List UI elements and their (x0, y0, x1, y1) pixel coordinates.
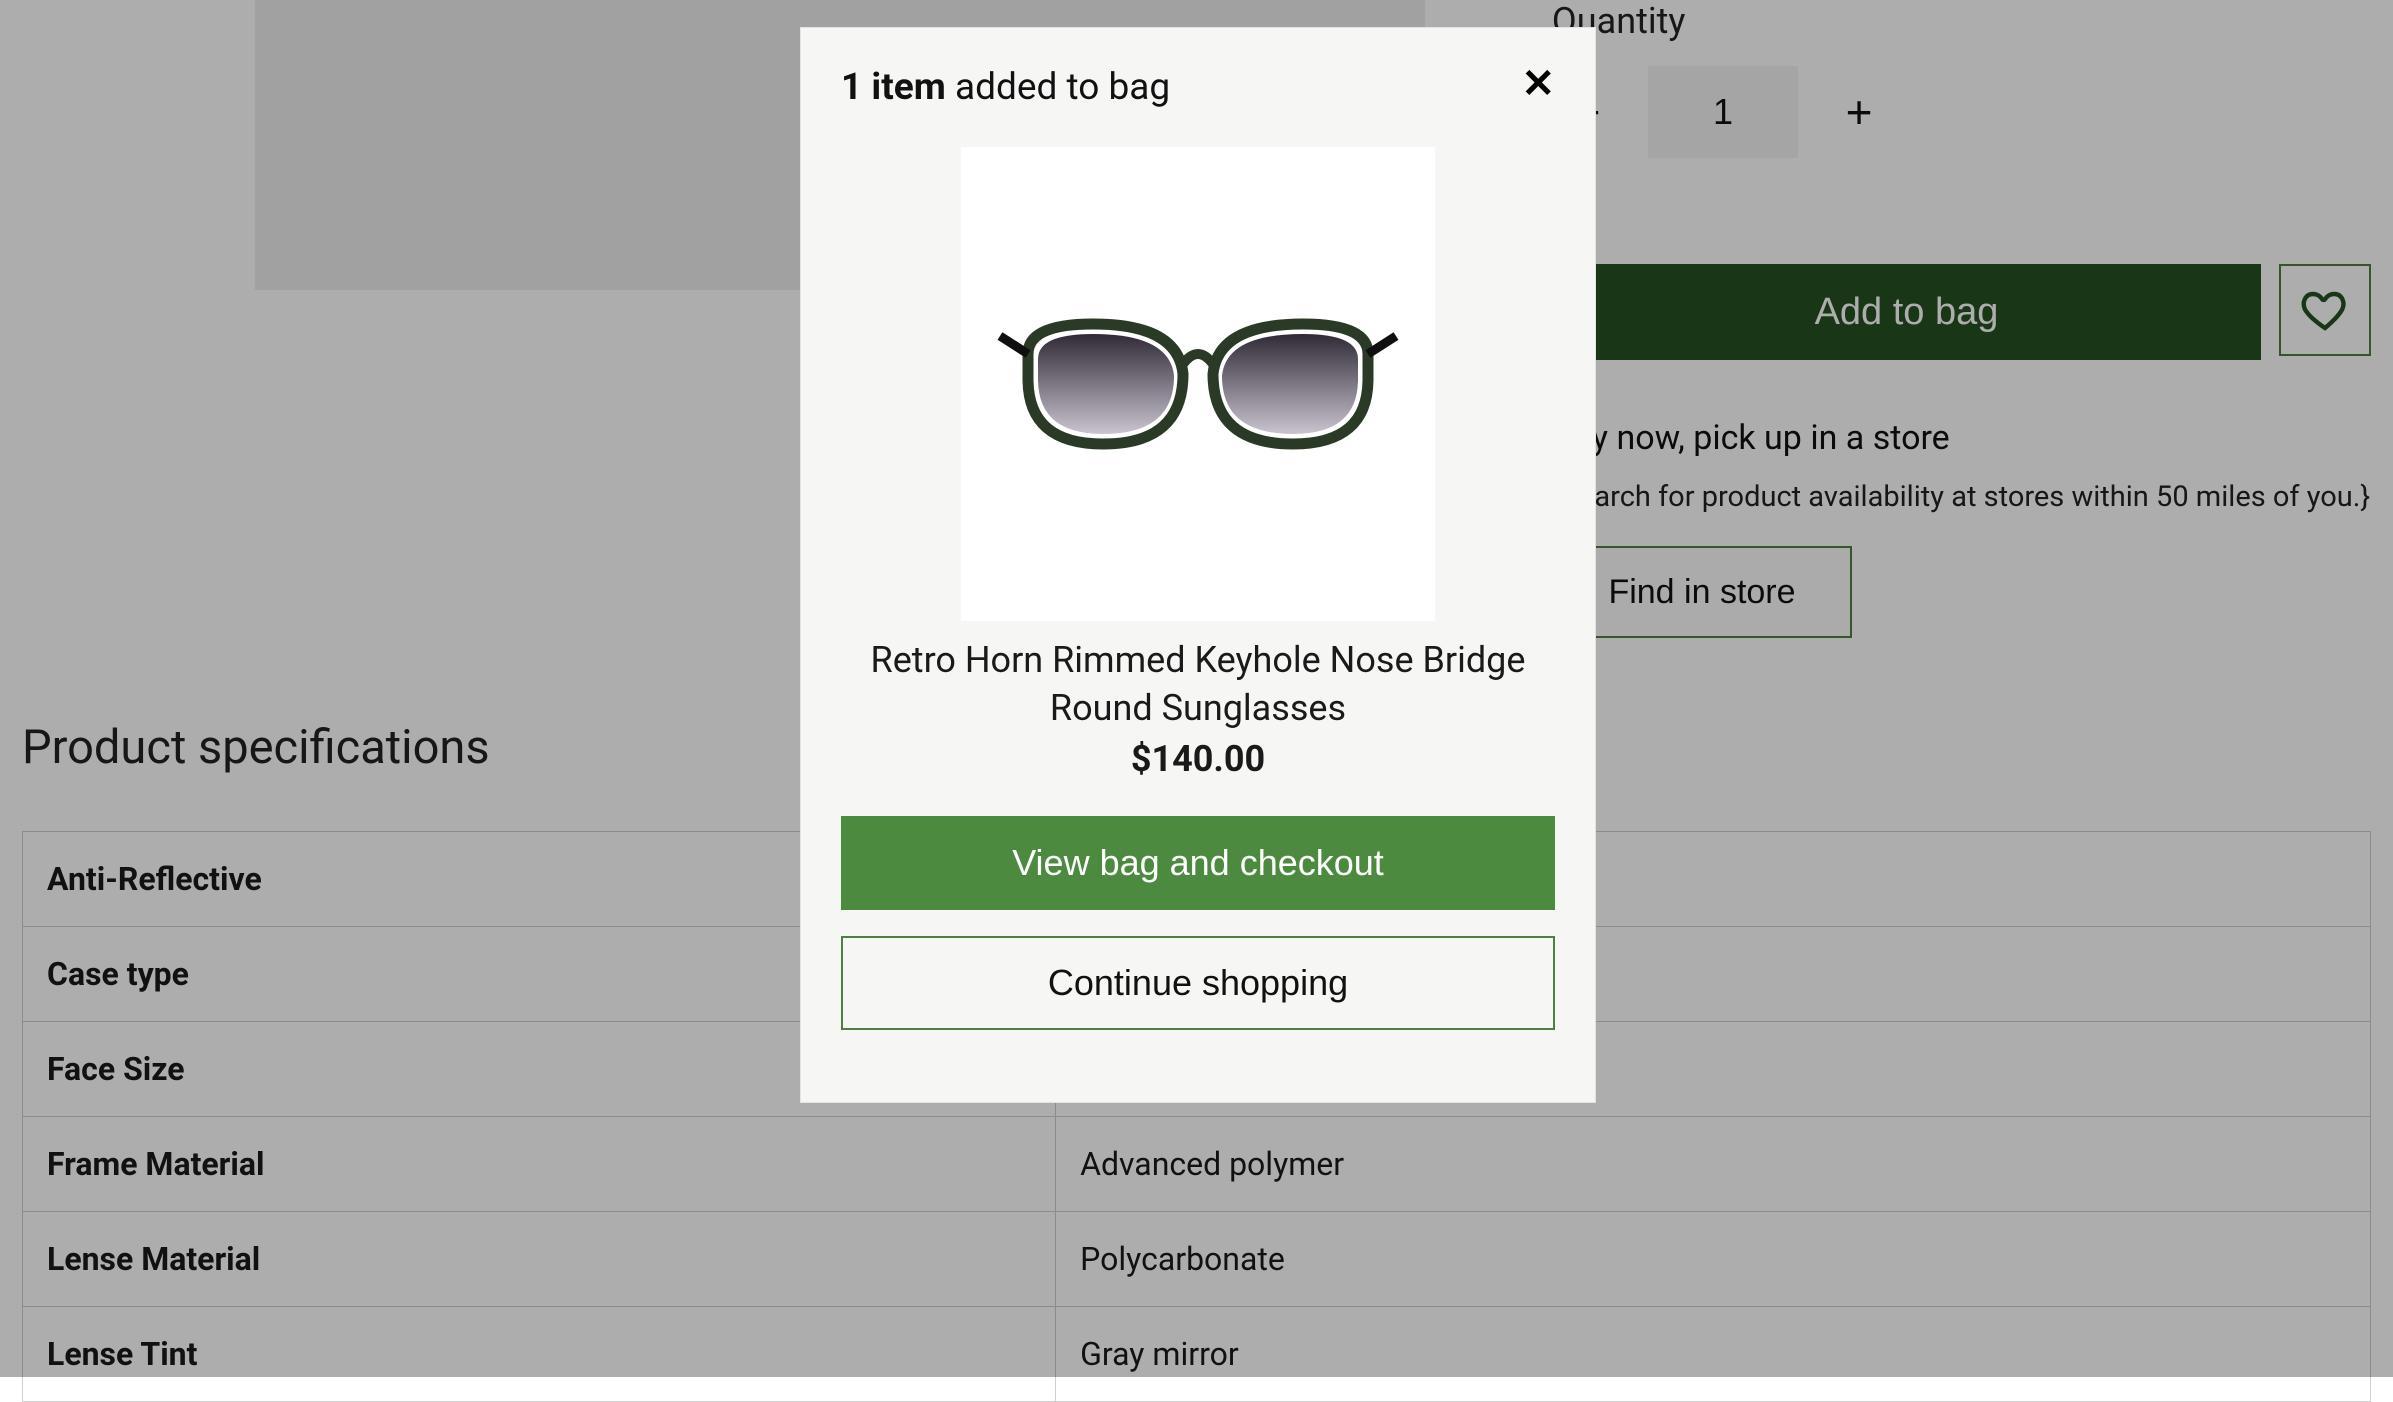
view-bag-checkout-button[interactable]: View bag and checkout (841, 816, 1555, 910)
sunglasses-icon (988, 284, 1408, 484)
modal-item-count: 1 item (841, 66, 946, 109)
close-icon: ✕ (1521, 62, 1555, 106)
modal-product-price: $140.00 (841, 738, 1555, 780)
added-to-bag-modal: 1 item added to bag ✕ Ret (800, 27, 1596, 1103)
modal-product-name: Retro Horn Rimmed Keyhole Nose Bridge Ro… (841, 637, 1555, 732)
close-button[interactable]: ✕ (1521, 64, 1555, 104)
modal-product-image (961, 147, 1435, 621)
modal-heading: 1 item added to bag (841, 66, 1170, 109)
continue-shopping-button[interactable]: Continue shopping (841, 936, 1555, 1030)
modal-heading-suffix: added to bag (946, 66, 1170, 109)
